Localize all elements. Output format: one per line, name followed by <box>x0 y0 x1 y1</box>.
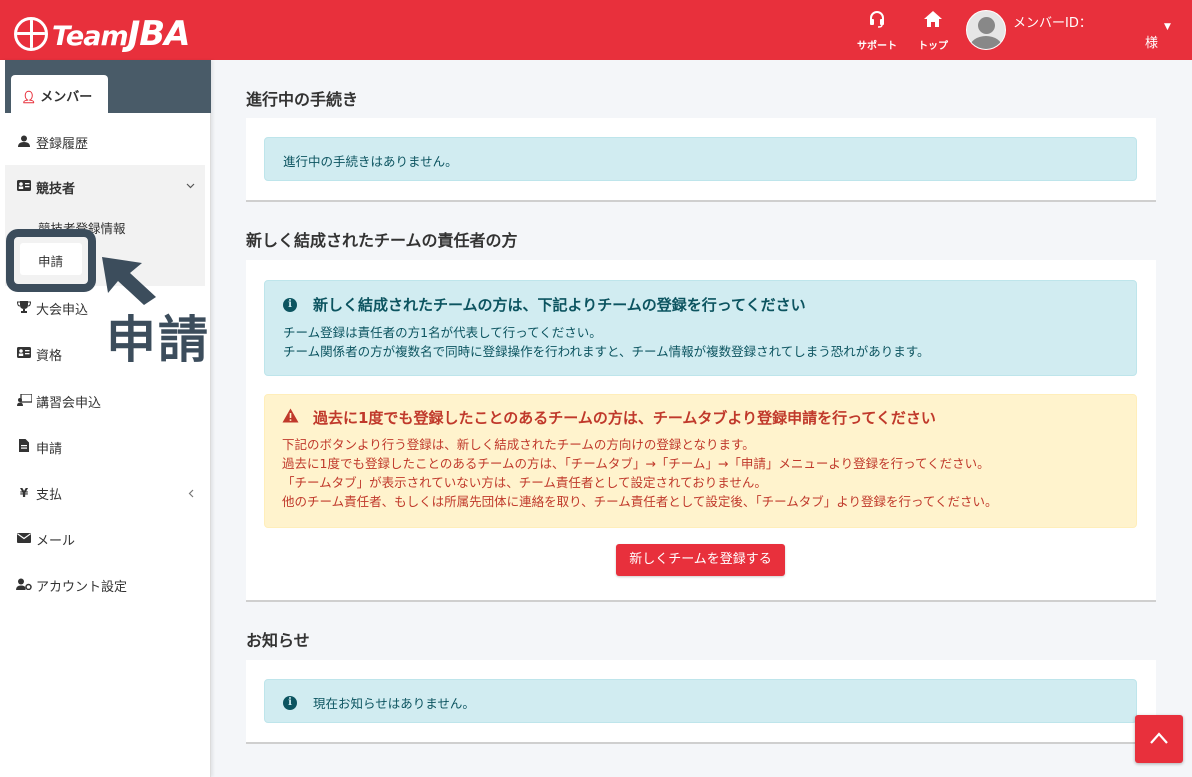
callout-arrow-icon <box>100 255 158 311</box>
sidebar-item-qualification[interactable]: 資格 <box>16 344 62 364</box>
user-gear-icon <box>16 578 32 593</box>
user-icon: 👤︎ <box>21 90 37 104</box>
new-team-info-line: チーム関係者の方が複数名で同時に登録操作を行われますと、チーム情報が複数登録され… <box>283 344 930 359</box>
sidebar-item-apply[interactable]: 申請 <box>16 437 62 457</box>
user-menu-caret-icon[interactable]: ▼ <box>1164 22 1171 32</box>
team-jba-logo[interactable]: TeamJBA <box>14 14 190 54</box>
in-progress-message: 進行中の手続きはありません。 <box>283 154 458 169</box>
warning-icon <box>282 408 299 428</box>
in-progress-title: 進行中の手続き <box>246 90 359 109</box>
sidebar-tab-bar: 👤︎ メンバー <box>5 60 211 113</box>
past-team-warning-line: 下記のボタンより行う登録は、新しく結成されたチームの方向けの登録となります。 <box>282 437 755 452</box>
new-team-info-line: チーム登録は責任者の方1名が代表して行ってください。 <box>283 325 602 340</box>
in-progress-card: 進行中の手続きはありません。 <box>246 118 1156 202</box>
scroll-to-top-button[interactable] <box>1135 715 1183 763</box>
sidebar-item-tournament[interactable]: 大会申込 <box>16 298 88 318</box>
tab-member[interactable]: 👤︎ メンバー <box>11 75 108 113</box>
callout-highlight-box <box>6 229 96 292</box>
info-icon: i <box>283 695 297 710</box>
logo-jba-text: JBA <box>127 14 191 54</box>
top-label: トップ <box>918 41 948 52</box>
sidebar-item-payment[interactable]: ¥ 支払 <box>16 483 62 503</box>
sidebar: 👤︎ メンバー 登録履歴 競技者 競技者登録情報 申請 大会申込 資格 講習会申… <box>0 60 211 777</box>
past-team-warning-line: 他のチーム責任者、もしくは所属先団体に連絡を取り、チーム責任者として設定後、「チ… <box>282 494 998 509</box>
new-team-info-alert: i 新しく結成されたチームの方は、下記よりチームの登録を行ってください チーム登… <box>264 280 1137 376</box>
top-button[interactable]: トップ <box>908 10 958 52</box>
new-team-title: 新しく結成されたチームの責任者の方 <box>246 231 518 250</box>
new-team-card: i 新しく結成されたチームの方は、下記よりチームの登録を行ってください チーム登… <box>246 260 1156 602</box>
yen-icon: ¥ <box>19 486 29 500</box>
chevron-left-icon[interactable] <box>188 488 194 501</box>
sidebar-item-seminar[interactable]: 講習会申込 <box>16 391 101 411</box>
user-icon <box>16 135 32 150</box>
teacher-icon <box>16 392 33 409</box>
past-team-warning-title: 過去に1度でも登録したことのあるチームの方は、チームタブより登録申請を行ってくだ… <box>313 409 936 427</box>
sidebar-item-athlete[interactable]: 競技者 <box>16 177 75 197</box>
top-header: TeamJBA サポート トップ メンバーID： 様 ▼ <box>0 0 1192 60</box>
register-new-team-button[interactable]: 新しくチームを登録する <box>616 544 785 576</box>
past-team-warning-line: 「チームタブ」が表示されていない方は、チーム責任者として設定されておりません。 <box>282 475 767 490</box>
info-icon: i <box>283 297 297 312</box>
news-message: 現在お知らせはありません。 <box>313 696 475 711</box>
id-card-icon <box>16 180 32 194</box>
file-icon <box>16 439 32 455</box>
logo-team-text: Team <box>52 21 129 52</box>
headset-icon <box>852 10 902 33</box>
support-label: サポート <box>857 41 897 52</box>
past-team-warning-line: 過去に1度でも登録したことのあるチームの方は、「チームタブ」→「チーム」→「申請… <box>282 456 990 471</box>
in-progress-alert: 進行中の手続きはありません。 <box>264 137 1137 181</box>
chevron-down-icon[interactable] <box>186 179 195 192</box>
news-alert: i 現在お知らせはありません。 <box>264 679 1137 723</box>
news-title: お知らせ <box>246 631 310 650</box>
home-icon <box>908 10 958 33</box>
past-team-warning-alert: 過去に1度でも登録したことのあるチームの方は、チームタブより登録申請を行ってくだ… <box>264 394 1137 528</box>
chevron-up-icon <box>1150 732 1168 744</box>
member-id-label: メンバーID： <box>1013 16 1092 31</box>
sidebar-item-history[interactable]: 登録履歴 <box>16 132 88 152</box>
news-card: i 現在お知らせはありません。 <box>246 660 1156 744</box>
member-name-suffix: 様 <box>1145 36 1159 51</box>
callout-label: 申請 <box>106 311 210 369</box>
envelope-icon <box>16 532 32 546</box>
sidebar-item-mail[interactable]: メール <box>16 529 75 549</box>
support-button[interactable]: サポート <box>852 10 902 52</box>
trophy-icon <box>16 300 32 316</box>
basketball-icon <box>14 17 48 51</box>
id-card-icon <box>16 347 32 361</box>
sidebar-item-account[interactable]: アカウント設定 <box>16 575 127 595</box>
user-avatar[interactable] <box>966 10 1006 50</box>
new-team-info-title: 新しく結成されたチームの方は、下記よりチームの登録を行ってください <box>313 296 806 314</box>
